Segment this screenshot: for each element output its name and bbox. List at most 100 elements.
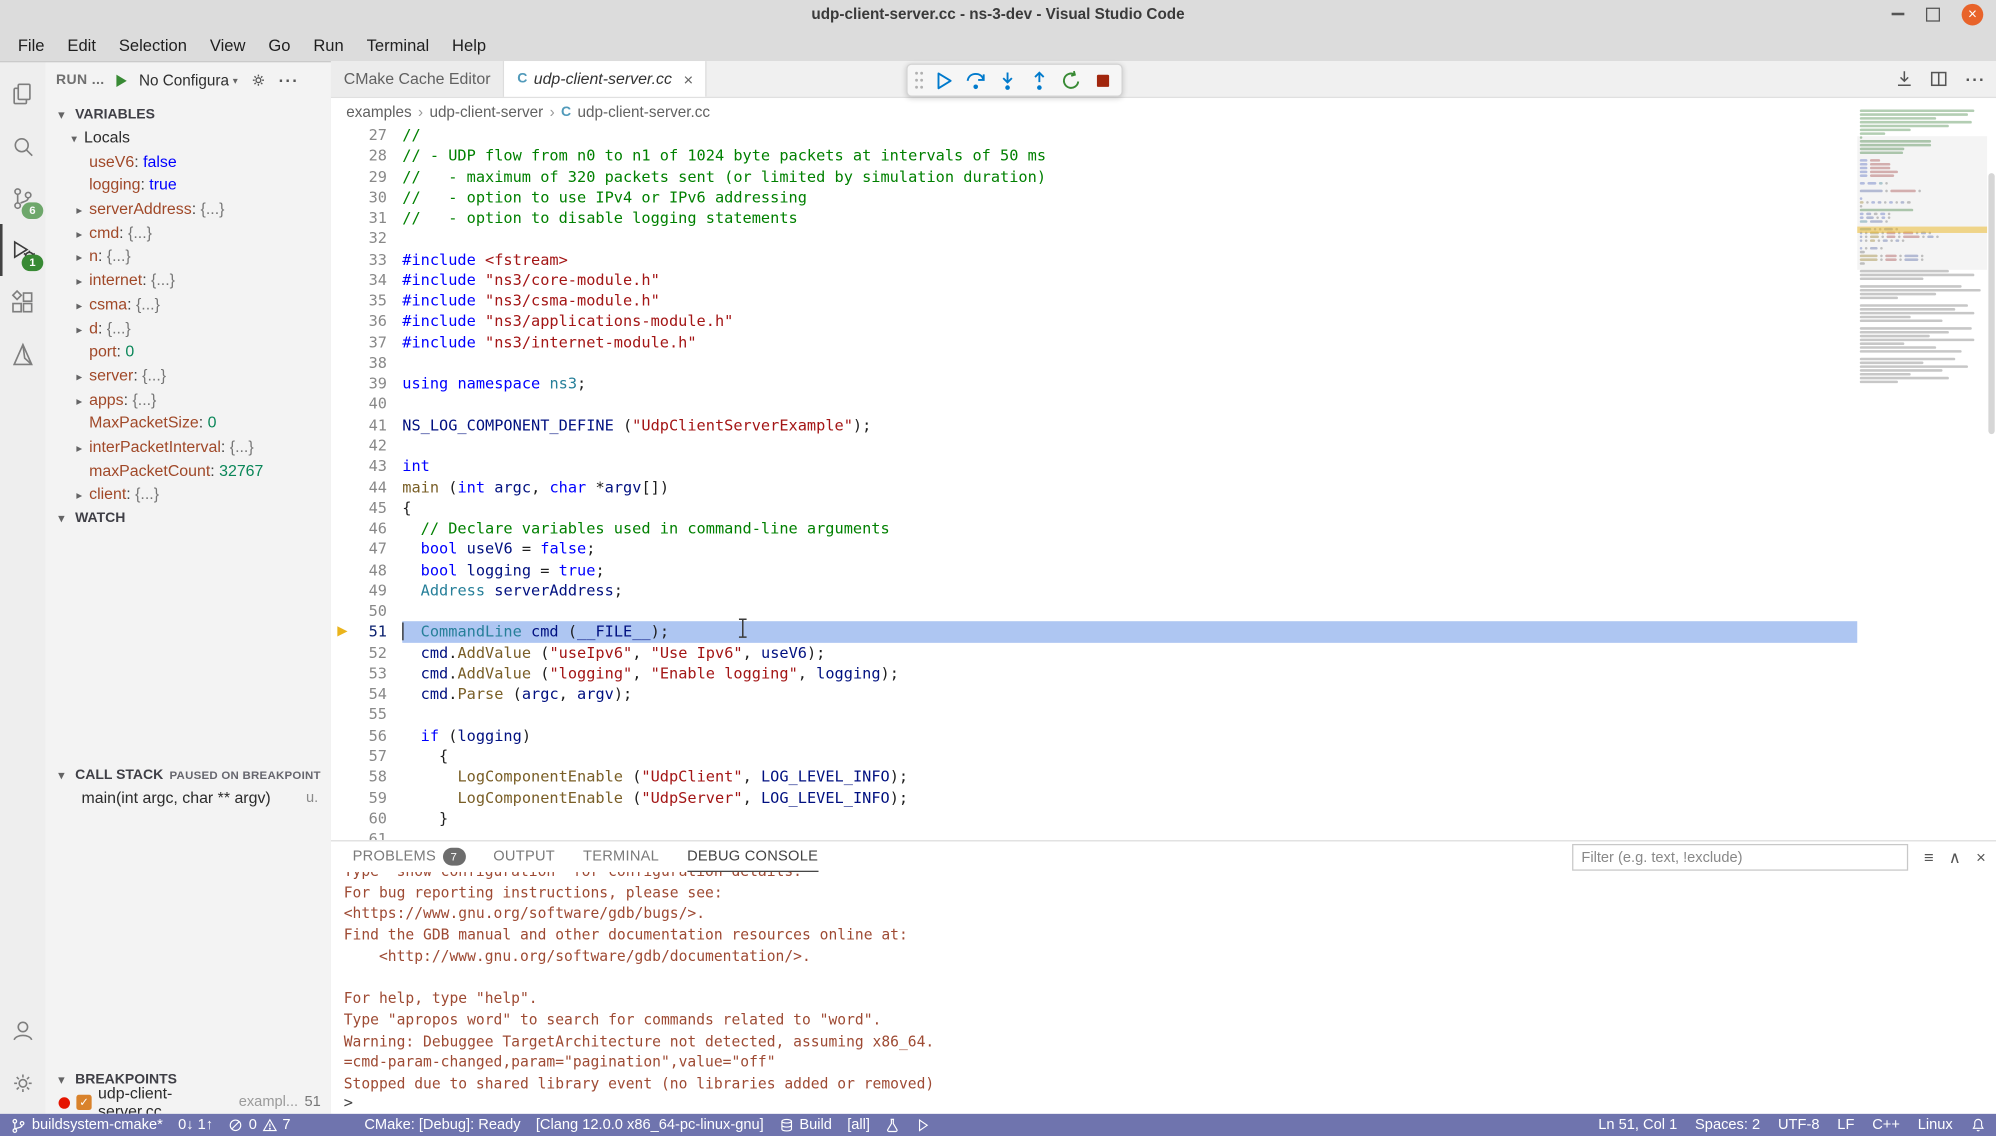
tab-output[interactable]: OUTPUT [493,841,555,872]
language-mode-status[interactable]: C++ [1872,1118,1900,1133]
menu-edit[interactable]: Edit [56,35,107,54]
code-line-61[interactable]: 61 [331,829,1996,840]
os-status[interactable]: Linux [1918,1118,1953,1133]
line-number[interactable]: 60 [331,808,402,829]
code-editor[interactable]: 27//28// - UDP flow from n0 to n1 of 102… [331,125,1996,840]
variable-cmd[interactable]: ▸cmd: {...} [46,221,331,245]
variable-csma[interactable]: ▸csma: {...} [46,293,331,317]
run-and-debug-icon[interactable]: 1 [0,224,46,276]
line-number[interactable]: 30 [331,187,402,208]
line-number[interactable]: 28 [331,145,402,166]
variables-scope-locals[interactable]: ▾Locals [46,126,331,150]
notifications-bell-icon[interactable] [1971,1118,1986,1133]
debug-console-output[interactable]: Type "show configuration" for configurat… [331,872,1996,1097]
step-out-icon[interactable] [1026,67,1051,92]
line-number[interactable]: 32 [331,228,402,249]
download-icon[interactable] [1894,69,1914,89]
line-number[interactable]: 53 [331,663,402,684]
code-line-36[interactable]: 36#include "ns3/applications-module.h" [331,311,1996,332]
step-over-icon[interactable] [962,67,987,92]
variable-useV6[interactable]: useV6: false [46,150,331,174]
code-line-59[interactable]: 59 LogComponentEnable ("UdpServer", LOG_… [331,787,1996,808]
maximize-icon[interactable] [1926,7,1940,21]
code-line-31[interactable]: 31// - option to disable logging stateme… [331,208,1996,229]
code-line-51[interactable]: 51 CommandLine cmd (__FILE__); [331,622,1996,643]
close-tab-icon[interactable]: × [683,69,693,88]
code-line-48[interactable]: 48 bool logging = true; [331,560,1996,581]
breakpoint-checkbox[interactable]: ✓ [76,1095,91,1110]
code-line-53[interactable]: 53 cmd.AddValue ("logging", "Enable logg… [331,663,1996,684]
console-options-icon[interactable]: ≡ [1924,848,1934,867]
line-number[interactable]: 45 [331,497,402,518]
code-line-43[interactable]: 43int [331,456,1996,477]
variable-port[interactable]: port: 0 [46,340,331,364]
code-line-56[interactable]: 56 if (logging) [331,725,1996,746]
line-number[interactable]: 50 [331,601,402,622]
minimize-icon[interactable] [1892,13,1905,15]
line-number[interactable]: 44 [331,477,402,498]
line-number[interactable]: 40 [331,394,402,415]
line-number[interactable]: 34 [331,270,402,291]
code-line-41[interactable]: 41NS_LOG_COMPONENT_DEFINE ("UdpClientSer… [331,415,1996,436]
line-number[interactable]: 57 [331,746,402,767]
code-line-45[interactable]: 45{ [331,497,1996,518]
cmake-icon[interactable] [0,328,46,380]
extensions-icon[interactable] [0,276,46,328]
indentation-status[interactable]: Spaces: 2 [1695,1118,1760,1133]
account-icon[interactable] [0,1004,46,1056]
problems-status[interactable]: 0 7 [228,1118,290,1133]
code-line-46[interactable]: 46 // Declare variables used in command-… [331,518,1996,539]
code-line-40[interactable]: 40 [331,394,1996,415]
line-number[interactable]: 46 [331,518,402,539]
split-editor-icon[interactable] [1929,69,1949,89]
code-line-30[interactable]: 30// - option to use IPv4 or IPv6 addres… [331,187,1996,208]
call-stack-frame[interactable]: main(int argc, char ** argv) u. [46,787,331,811]
line-number[interactable]: 33 [331,249,402,270]
code-line-50[interactable]: 50 [331,601,1996,622]
encoding-status[interactable]: UTF-8 [1778,1118,1819,1133]
code-line-32[interactable]: 32 [331,228,1996,249]
explorer-icon[interactable] [0,67,46,119]
eol-status[interactable]: LF [1837,1118,1854,1133]
line-number[interactable]: 56 [331,725,402,746]
line-number[interactable]: 35 [331,290,402,311]
sync-status[interactable]: 0↓ 1↑ [178,1118,213,1133]
variable-apps[interactable]: ▸apps: {...} [46,388,331,412]
minimap[interactable] [1857,109,1987,837]
code-line-55[interactable]: 55 [331,705,1996,726]
code-line-58[interactable]: 58 LogComponentEnable ("UdpClient", LOG_… [331,767,1996,788]
tab-debug-console[interactable]: DEBUG CONSOLE [687,841,818,872]
line-number[interactable]: 55 [331,705,402,726]
code-line-44[interactable]: 44main (int argc, char *argv[]) [331,477,1996,498]
step-into-icon[interactable] [994,67,1019,92]
editor-scrollbar[interactable] [1987,109,1996,837]
breakpoint-item[interactable]: ✓ udp-client-server.cc exampl... 51 [46,1091,331,1114]
code-line-49[interactable]: 49 Address serverAddress; [331,580,1996,601]
debug-console-input[interactable]: > [331,1093,1996,1112]
line-number[interactable]: 47 [331,539,402,560]
source-control-icon[interactable]: 6 [0,172,46,224]
code-line-54[interactable]: 54 cmd.Parse (argc, argv); [331,684,1996,705]
variable-maxPacketCount[interactable]: maxPacketCount: 32767 [46,459,331,483]
tab-udp-client-server[interactable]: C udp-client-server.cc × [505,61,708,97]
code-line-33[interactable]: 33#include <fstream> [331,249,1996,270]
build-button[interactable]: Build [779,1118,832,1133]
variable-serverAddress[interactable]: ▸serverAddress: {...} [46,197,331,221]
debug-gear-icon[interactable] [249,71,267,89]
more-editor-actions-icon[interactable]: ··· [1965,69,1985,88]
build-target[interactable]: [all] [847,1118,870,1133]
tab-terminal[interactable]: TERMINAL [583,841,659,872]
line-number[interactable]: 61 [331,829,402,840]
search-icon[interactable] [0,120,46,172]
continue-icon[interactable] [931,67,956,92]
code-line-42[interactable]: 42 [331,435,1996,456]
variable-internet[interactable]: ▸internet: {...} [46,269,331,293]
menu-file[interactable]: File [6,35,56,54]
code-line-27[interactable]: 27// [331,125,1996,146]
code-line-37[interactable]: 37#include "ns3/internet-module.h" [331,332,1996,353]
variable-d[interactable]: ▸d: {...} [46,316,331,340]
call-stack-section-header[interactable]: ▾ CALL STACK PAUSED ON BREAKPOINT [46,764,331,787]
close-window-icon[interactable]: × [1962,3,1984,25]
line-number[interactable]: 29 [331,166,402,187]
breadcrumb-examples[interactable]: examples [346,103,411,121]
